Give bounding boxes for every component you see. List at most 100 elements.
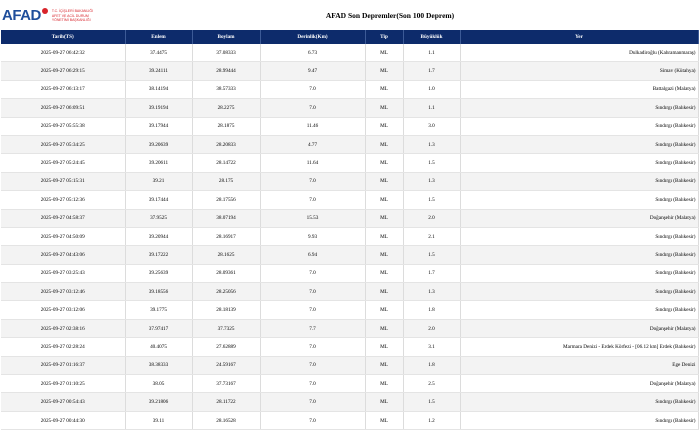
- cell-longitude: 28.25056: [192, 282, 261, 302]
- cell-magnitude: 1.5: [403, 392, 461, 412]
- cell-location: Sındırgı (Balıkesir): [460, 117, 699, 136]
- cell-location: Sındırgı (Balıkesir): [460, 98, 699, 118]
- cell-depth: 7.0: [260, 98, 366, 118]
- cell-date: 2025-09-27 00:44:30: [1, 411, 126, 431]
- cell-magnitude: 1.3: [403, 282, 461, 302]
- table-row[interactable]: 2025-09-27 06:29:15 39.24111 28.99444 9.47 M…: [1, 61, 699, 81]
- table-row[interactable]: 2025-09-27 04:58:37 37.9525 38.07194 15.53 M…: [1, 209, 699, 228]
- table-row[interactable]: 2025-09-27 02:28:24 40.4075 27.62889 7.0 ML 3…: [1, 337, 699, 357]
- table-row[interactable]: 2025-09-27 05:24:45 39.20611 28.14722 11.64…: [1, 153, 699, 173]
- cell-location: Sındırgı (Balıkesir): [460, 264, 699, 284]
- column-header-longitude[interactable]: Boylam: [192, 30, 261, 44]
- cell-date: 2025-09-27 03:12:46: [1, 282, 126, 302]
- table-row[interactable]: 2025-09-27 02:38:16 37.97417 37.7325 7.7 ML 2…: [1, 319, 699, 339]
- column-header-latitude[interactable]: Enlem: [125, 30, 193, 44]
- cell-location: Doğanşehir (Malatya): [460, 209, 699, 228]
- cell-magnitude: 2.0: [403, 319, 461, 339]
- cell-depth: 7.0: [260, 392, 366, 412]
- cell-magnitude: 1.5: [403, 245, 461, 265]
- cell-type: ML: [365, 153, 404, 173]
- cell-type: ML: [365, 374, 404, 394]
- table-row[interactable]: 2025-09-27 03:25:43 39.25639 28.09361 7.0 ML…: [1, 264, 699, 284]
- cell-depth: 7.0: [260, 374, 366, 394]
- cell-location: Sındırgı (Balıkesir): [460, 227, 699, 247]
- cell-type: ML: [365, 117, 404, 136]
- table-row[interactable]: 2025-09-27 06:09:51 39.19194 28.2275 7.0 ML 1…: [1, 98, 699, 118]
- cell-location: Marmara Denizi - Erdek Körfezi - [06.12 …: [460, 337, 699, 357]
- table-row[interactable]: 2025-09-27 05:34:25 39.20639 28.20833 4.77 M…: [1, 135, 699, 155]
- cell-longitude: 24.59167: [192, 356, 261, 376]
- cell-depth: 7.7: [260, 319, 366, 339]
- cell-location: Doğanşehir (Malatya): [460, 374, 699, 394]
- cell-depth: 11.64: [260, 153, 366, 173]
- cell-location: Sındırgı (Balıkesir): [460, 282, 699, 302]
- table-row[interactable]: 2025-09-27 06:42:32 37.4475 37.08333 6.73 ML…: [1, 44, 699, 63]
- cell-location: Sındırgı (Balıkesir): [460, 411, 699, 431]
- cell-latitude: 39.18556: [125, 282, 193, 302]
- column-header-type[interactable]: Tip: [365, 30, 404, 44]
- table-row[interactable]: 2025-09-27 03:12:06 39.1775 28.18139 7.0 ML 1…: [1, 300, 699, 320]
- cell-latitude: 39.21806: [125, 392, 193, 412]
- cell-date: 2025-09-27 04:43:06: [1, 245, 126, 265]
- cell-magnitude: 2.5: [403, 374, 461, 394]
- cell-location: Sındırgı (Balıkesir): [460, 172, 699, 192]
- cell-location: Ege Denizi: [460, 356, 699, 376]
- table-row[interactable]: 2025-09-27 00:44:30 39.11 28.16528 7.0 ML 1.2…: [1, 411, 699, 431]
- cell-latitude: 38.38333: [125, 356, 193, 376]
- table-row[interactable]: 2025-09-27 04:43:06 39.17222 28.1625 6.94 ML…: [1, 245, 699, 265]
- cell-location: Doğanşehir (Malatya): [460, 319, 699, 339]
- earthquake-table: Tarih(TS) Enlem Boylam Derinlik(Km) Tip …: [1, 30, 699, 431]
- cell-latitude: 39.11: [125, 411, 193, 431]
- page-title: AFAD Son Depremler(Son 100 Deprem): [325, 11, 455, 20]
- cell-longitude: 28.99444: [192, 61, 261, 81]
- table-row[interactable]: 2025-09-27 00:54:43 39.21806 28.11722 7.0 ML…: [1, 392, 699, 412]
- cell-depth: 6.73: [260, 44, 366, 63]
- cell-latitude: 38.05: [125, 374, 193, 394]
- cell-type: ML: [365, 356, 404, 376]
- cell-longitude: 28.09361: [192, 264, 261, 284]
- cell-date: 2025-09-27 03:25:43: [1, 264, 126, 284]
- table-row[interactable]: 2025-09-27 01:16:37 38.38333 24.59167 7.0 ML…: [1, 356, 699, 376]
- cell-depth: 7.0: [260, 264, 366, 284]
- cell-date: 2025-09-27 05:34:25: [1, 135, 126, 155]
- table-row[interactable]: 2025-09-27 01:10:25 38.05 37.73167 7.0 ML 2.5…: [1, 374, 699, 394]
- cell-latitude: 39.20611: [125, 153, 193, 173]
- cell-latitude: 37.97417: [125, 319, 193, 339]
- cell-latitude: 39.20639: [125, 135, 193, 155]
- cell-date: 2025-09-27 05:55:38: [1, 117, 126, 136]
- table-row[interactable]: 2025-09-27 05:55:38 39.17944 28.1875 11.46 M…: [1, 117, 699, 136]
- cell-latitude: 39.21: [125, 172, 193, 192]
- cell-date: 2025-09-27 05:12:36: [1, 190, 126, 210]
- cell-type: ML: [365, 98, 404, 118]
- cell-type: ML: [365, 209, 404, 228]
- cell-type: ML: [365, 300, 404, 320]
- cell-longitude: 28.1875: [192, 117, 261, 136]
- cell-location: Sındırgı (Balıkesir): [460, 392, 699, 412]
- column-header-magnitude[interactable]: Büyüklük: [403, 30, 461, 44]
- column-header-depth[interactable]: Derinlik(Km): [260, 30, 366, 44]
- cell-magnitude: 1.7: [403, 264, 461, 284]
- table-row[interactable]: 2025-09-27 05:15:31 39.21 28.175 7.0 ML 1.3 Sı…: [1, 172, 699, 192]
- cell-date: 2025-09-27 04:50:09: [1, 227, 126, 247]
- cell-type: ML: [365, 282, 404, 302]
- cell-longitude: 37.7325: [192, 319, 261, 339]
- cell-latitude: 39.20944: [125, 227, 193, 247]
- table-header-row: Tarih(TS) Enlem Boylam Derinlik(Km) Tip …: [1, 30, 699, 44]
- cell-magnitude: 3.1: [403, 337, 461, 357]
- table-row[interactable]: 2025-09-27 05:12:36 39.17444 28.17556 7.0 ML…: [1, 190, 699, 210]
- cell-magnitude: 1.5: [403, 153, 461, 173]
- table-row[interactable]: 2025-09-27 03:12:46 39.18556 28.25056 7.0 ML…: [1, 282, 699, 302]
- cell-magnitude: 1.8: [403, 300, 461, 320]
- cell-depth: 9.93: [260, 227, 366, 247]
- cell-type: ML: [365, 319, 404, 339]
- cell-date: 2025-09-27 05:15:31: [1, 172, 126, 192]
- cell-magnitude: 1.8: [403, 356, 461, 376]
- column-header-location[interactable]: Yer: [460, 30, 699, 44]
- cell-latitude: 39.17944: [125, 117, 193, 136]
- cell-location: Dulkadiroğlu (Kahramanmaraş): [460, 44, 699, 63]
- column-header-date[interactable]: Tarih(TS): [1, 30, 126, 44]
- table-row[interactable]: 2025-09-27 06:13:17 38.14194 38.57333 7.0 ML…: [1, 80, 699, 100]
- table-row[interactable]: 2025-09-27 04:50:09 39.20944 28.16917 9.93 M…: [1, 227, 699, 247]
- cell-latitude: 40.4075: [125, 337, 193, 357]
- cell-depth: 7.0: [260, 190, 366, 210]
